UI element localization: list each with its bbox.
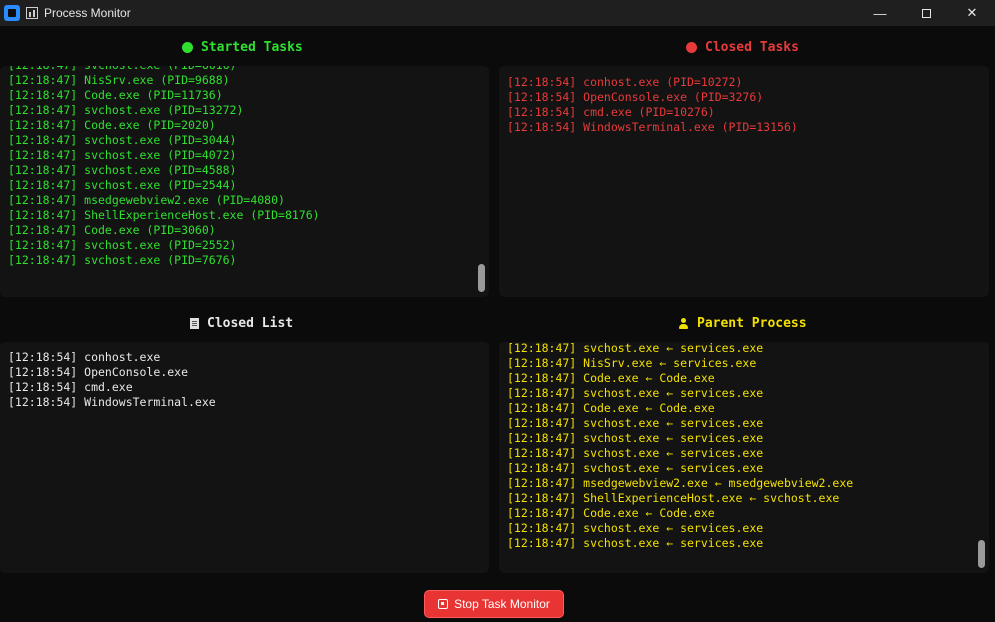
stop-icon (438, 599, 449, 609)
closed-list-line: [12:18:54] conhost.exe (8, 350, 161, 364)
started-task-line: [12:18:47] svchost.exe (PID=4588) (8, 163, 237, 177)
parent-process-line: [12:18:47] Code.exe ← Code.exe (507, 506, 715, 520)
started-task-line: [12:18:47] svchost.exe (PID=2544) (8, 178, 237, 192)
closed-tasks-header: Closed Tasks (686, 40, 799, 55)
close-button[interactable]: ✕ (949, 0, 995, 26)
parent-process-line: [12:18:47] svchost.exe ← services.exe (507, 416, 764, 430)
title-bar: Process Monitor — ✕ (0, 0, 995, 26)
started-task-line: [12:18:47] svchost.exe (PID=6616) (8, 66, 489, 73)
maximize-button[interactable] (903, 0, 949, 26)
closed-task-line: [12:18:54] OpenConsole.exe (PID=3276) (507, 90, 764, 104)
parent-process-line: [12:18:47] svchost.exe ← services.exe (507, 461, 764, 475)
green-dot-icon (182, 42, 193, 53)
started-task-line: [12:18:47] svchost.exe (PID=4072) (8, 148, 237, 162)
started-scrollbar[interactable] (478, 264, 485, 292)
closed-task-line: [12:18:54] WindowsTerminal.exe (PID=1315… (507, 120, 798, 134)
started-task-line: [12:18:47] svchost.exe (PID=2552) (8, 238, 237, 252)
closed-tasks-title: Closed Tasks (705, 40, 799, 55)
started-task-line: [12:18:47] NisSrv.exe (PID=9688) (8, 73, 230, 87)
closed-task-line: [12:18:54] cmd.exe (PID=10276) (507, 105, 715, 119)
close-icon: ✕ (966, 5, 978, 20)
closed-list-line: [12:18:54] WindowsTerminal.exe (8, 395, 216, 409)
person-icon (678, 318, 689, 329)
document-icon (190, 318, 199, 329)
parent-process-line: [12:18:47] Code.exe ← Code.exe (507, 371, 715, 385)
parent-process-line: [12:18:47] svchost.exe ← services.exe (507, 536, 764, 550)
parent-process-line: [12:18:47] ShellExperienceHost.exe ← svc… (507, 491, 840, 505)
parent-process-line: [12:18:47] svchost.exe ← services.exe (507, 386, 764, 400)
parent-process-line: [12:18:47] svchost.exe ← services.exe (507, 431, 764, 445)
maximize-icon (921, 8, 931, 18)
started-task-line: [12:18:47] msedgewebview2.exe (PID=4080) (8, 193, 285, 207)
parent-process-line: [12:18:47] NisSrv.exe ← services.exe (507, 356, 757, 370)
app-icon (4, 5, 20, 21)
parent-process-line: [12:18:47] svchost.exe ← services.exe (507, 521, 764, 535)
window-title: Process Monitor (44, 6, 131, 20)
minimize-button[interactable]: — (857, 0, 903, 26)
parent-process-header: Parent Process (678, 316, 807, 331)
stop-button-label: Stop Task Monitor (454, 597, 550, 611)
parent-process-line: [12:18:47] msedgewebview2.exe ← msedgewe… (507, 476, 854, 490)
parent-process-panel[interactable]: [12:18:47] svchost.exe ← services.exe [12… (499, 342, 989, 573)
closed-tasks-log: [12:18:54] conhost.exe (PID=10272) [12:18… (499, 75, 989, 135)
started-tasks-title: Started Tasks (201, 40, 303, 55)
parent-scrollbar[interactable] (978, 540, 985, 568)
started-task-line: [12:18:47] svchost.exe (PID=3044) (8, 133, 237, 147)
chart-icon (26, 7, 38, 19)
parent-process-line: [12:18:47] Code.exe ← Code.exe (507, 401, 715, 415)
started-task-line: [12:18:47] Code.exe (PID=2020) (8, 118, 216, 132)
closed-task-line: [12:18:54] conhost.exe (PID=10272) (507, 75, 743, 89)
parent-process-log: [12:18:47] svchost.exe ← services.exe [12… (499, 342, 989, 551)
started-task-line: [12:18:47] Code.exe (PID=11736) (8, 88, 223, 102)
started-tasks-header: Started Tasks (182, 40, 303, 55)
started-task-line: [12:18:47] Code.exe (PID=3060) (8, 223, 216, 237)
closed-list-line: [12:18:54] OpenConsole.exe (8, 365, 189, 379)
stop-task-monitor-button[interactable]: Stop Task Monitor (424, 590, 564, 618)
closed-list-title: Closed List (207, 316, 294, 331)
closed-list-log: [12:18:54] conhost.exe [12:18:54] OpenCon… (0, 350, 489, 410)
red-dot-icon (686, 42, 697, 53)
started-tasks-log: [12:18:47] svchost.exe (PID=6616)[12:18:… (0, 66, 489, 268)
closed-list-panel[interactable]: [12:18:54] conhost.exe [12:18:54] OpenCon… (0, 342, 489, 573)
started-task-line: [12:18:47] svchost.exe (PID=13272) (8, 103, 244, 117)
started-task-line: [12:18:47] svchost.exe (PID=7676) (8, 253, 237, 267)
closed-list-header: Closed List (190, 316, 293, 331)
started-tasks-panel[interactable]: [12:18:47] svchost.exe (PID=6616)[12:18:… (0, 66, 489, 297)
parent-process-line: [12:18:47] svchost.exe ← services.exe (507, 342, 764, 355)
started-task-line: [12:18:47] ShellExperienceHost.exe (PID=… (8, 208, 320, 222)
minimize-icon: — (873, 5, 887, 21)
parent-process-line: [12:18:47] svchost.exe ← services.exe (507, 446, 764, 460)
closed-tasks-panel[interactable]: [12:18:54] conhost.exe (PID=10272) [12:18… (499, 66, 989, 297)
parent-process-title: Parent Process (697, 316, 807, 331)
window-controls: — ✕ (857, 0, 995, 26)
closed-list-line: [12:18:54] cmd.exe (8, 380, 133, 394)
